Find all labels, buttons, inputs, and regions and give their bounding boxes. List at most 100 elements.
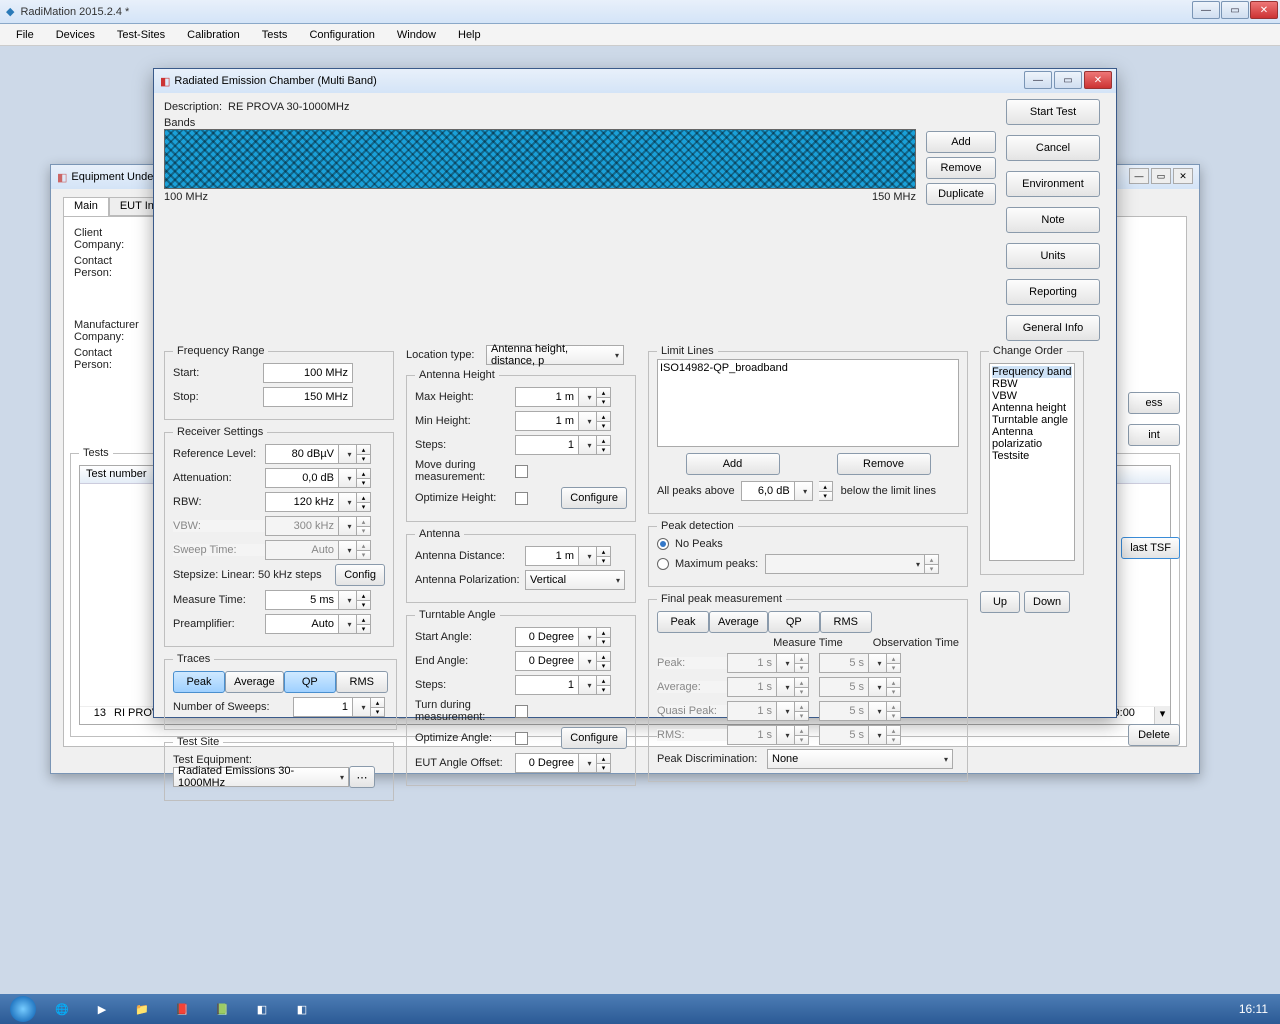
fpm-qp-button[interactable]: QP (768, 611, 820, 633)
eut-offset-input[interactable] (515, 753, 579, 773)
menu-window[interactable]: Window (387, 27, 446, 43)
att-input[interactable] (265, 468, 339, 488)
delete-button[interactable]: Delete (1128, 724, 1180, 746)
dlg-maximize-button[interactable]: ▭ (1054, 71, 1082, 89)
limit-item[interactable]: ISO14982-QP_broadband (660, 362, 956, 374)
taskbar-app2-icon[interactable]: ◧ (282, 996, 322, 1022)
app-minimize-button[interactable]: — (1192, 1, 1220, 19)
limit-add-button[interactable]: Add (686, 453, 780, 475)
down-button[interactable]: Down (1024, 591, 1070, 613)
order-item[interactable]: Antenna polarizatio (992, 426, 1072, 450)
rbw-up[interactable]: ▴ (357, 492, 371, 502)
meas-unit[interactable]: ▾ (339, 590, 357, 610)
environment-button[interactable]: Environment (1006, 171, 1100, 197)
trace-peak-button[interactable]: Peak (173, 671, 225, 693)
menu-calibration[interactable]: Calibration (177, 27, 250, 43)
peak-disc-combo[interactable]: None▾ (767, 749, 953, 769)
ref-down[interactable]: ▾ (357, 454, 371, 464)
menu-file[interactable]: File (6, 27, 44, 43)
last-tsf-button[interactable]: last TSF (1121, 537, 1180, 559)
peaks-above-input[interactable] (741, 481, 795, 501)
optimize-height-checkbox[interactable] (515, 492, 528, 505)
emission-dialog-titlebar[interactable]: ◧ Radiated Emission Chamber (Multi Band)… (154, 69, 1116, 93)
order-item[interactable]: Turntable angle (992, 414, 1072, 426)
trace-qp-button[interactable]: QP (284, 671, 336, 693)
test-row-num[interactable]: 13 (80, 707, 110, 724)
test-equipment-browse-button[interactable]: ⋯ (349, 766, 375, 788)
band-remove-button[interactable]: Remove (926, 157, 996, 179)
menu-devices[interactable]: Devices (46, 27, 105, 43)
att-up[interactable]: ▴ (357, 468, 371, 478)
turn-steps-input[interactable] (515, 675, 579, 695)
fpm-peak-button[interactable]: Peak (657, 611, 709, 633)
move-during-checkbox[interactable] (515, 465, 528, 478)
band-duplicate-button[interactable]: Duplicate (926, 183, 996, 205)
optimize-angle-checkbox[interactable] (515, 732, 528, 745)
app-close-button[interactable]: ✕ (1250, 1, 1278, 19)
location-type-combo[interactable]: Antenna height, distance, p▾ (486, 345, 624, 365)
taskbar-excel-icon[interactable]: 📗 (202, 996, 242, 1022)
eut-close-button[interactable]: ✕ (1173, 168, 1193, 184)
ref-up[interactable]: ▴ (357, 444, 371, 454)
stop-input[interactable] (263, 387, 353, 407)
preamp-input[interactable] (265, 614, 339, 634)
att-down[interactable]: ▾ (357, 478, 371, 488)
reporting-button[interactable]: Reporting (1006, 279, 1100, 305)
max-peaks-radio[interactable] (657, 558, 669, 570)
cancel-button[interactable]: Cancel (1006, 135, 1100, 161)
taskbar-pdf-icon[interactable]: 📕 (162, 996, 202, 1022)
ref-level-unit[interactable]: ▾ (339, 444, 357, 464)
limit-lines-list[interactable]: ISO14982-QP_broadband (657, 359, 959, 447)
units-button[interactable]: Units (1006, 243, 1100, 269)
menu-configuration[interactable]: Configuration (299, 27, 384, 43)
note-button[interactable]: Note (1006, 207, 1100, 233)
ess-button[interactable]: ess (1128, 392, 1180, 414)
eut-minimize-button[interactable]: — (1129, 168, 1149, 184)
band-add-button[interactable]: Add (926, 131, 996, 153)
antenna-distance-input[interactable] (525, 546, 579, 566)
start-test-button[interactable]: Start Test (1006, 99, 1100, 125)
up-button[interactable]: Up (980, 591, 1020, 613)
order-item[interactable]: Frequency band (992, 366, 1072, 378)
start-button[interactable] (4, 996, 42, 1022)
configure-height-button[interactable]: Configure (561, 487, 627, 509)
preamp-combo[interactable]: ▾ (339, 614, 357, 634)
min-height-input[interactable] (515, 411, 579, 431)
test-equipment-combo[interactable]: Radiated Emissions 30-1000MHz▾ (173, 767, 349, 787)
turn-during-checkbox[interactable] (515, 705, 528, 718)
start-angle-input[interactable] (515, 627, 579, 647)
steps-input[interactable] (515, 435, 579, 455)
order-item[interactable]: VBW (992, 390, 1072, 402)
meas-time-input[interactable] (265, 590, 339, 610)
int-button[interactable]: int (1128, 424, 1180, 446)
menu-test-sites[interactable]: Test-Sites (107, 27, 175, 43)
end-angle-input[interactable] (515, 651, 579, 671)
order-item[interactable]: Antenna height (992, 402, 1072, 414)
scroll-down-icon[interactable]: ▾ (1154, 707, 1170, 724)
bands-bar[interactable] (164, 129, 916, 189)
dlg-close-button[interactable]: ✕ (1084, 71, 1112, 89)
fpm-rms-button[interactable]: RMS (820, 611, 872, 633)
limit-remove-button[interactable]: Remove (837, 453, 931, 475)
menu-help[interactable]: Help (448, 27, 491, 43)
order-item[interactable]: Testsite (992, 450, 1072, 462)
change-order-list[interactable]: Frequency band RBW VBW Antenna height Tu… (989, 363, 1075, 561)
taskbar-app1-icon[interactable]: ◧ (242, 996, 282, 1022)
fpm-average-button[interactable]: Average (709, 611, 768, 633)
ref-level-input[interactable] (265, 444, 339, 464)
rbw-unit[interactable]: ▾ (339, 492, 357, 512)
rbw-input[interactable] (265, 492, 339, 512)
trace-rms-button[interactable]: RMS (336, 671, 388, 693)
menu-tests[interactable]: Tests (252, 27, 298, 43)
no-peaks-radio[interactable] (657, 538, 669, 550)
start-input[interactable] (263, 363, 353, 383)
taskbar-explorer-icon[interactable]: 📁 (122, 996, 162, 1022)
tab-main[interactable]: Main (63, 197, 109, 216)
configure-angle-button[interactable]: Configure (561, 727, 627, 749)
app-maximize-button[interactable]: ▭ (1221, 1, 1249, 19)
max-height-input[interactable] (515, 387, 579, 407)
att-unit[interactable]: ▾ (339, 468, 357, 488)
taskbar-media-icon[interactable]: ▶ (82, 996, 122, 1022)
trace-average-button[interactable]: Average (225, 671, 284, 693)
taskbar-ie-icon[interactable]: 🌐 (42, 996, 82, 1022)
